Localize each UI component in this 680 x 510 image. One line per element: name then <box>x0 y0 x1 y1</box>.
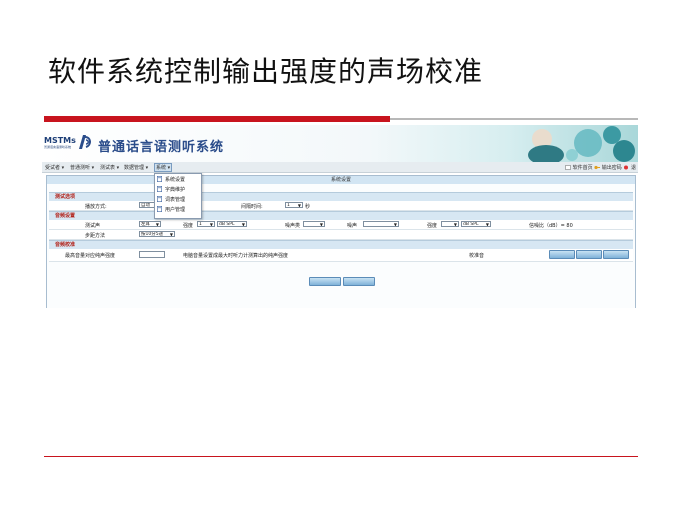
interval-label: 间隔时间: <box>241 204 263 210</box>
section-audio-calibration: 音频校准 <box>49 240 633 249</box>
calibration-tone-label: 校准音 <box>469 253 485 259</box>
step-method-select[interactable]: 按10分5递 <box>139 231 175 237</box>
intensity-unit-select[interactable]: dB SPL <box>217 221 247 227</box>
noise-intensity-select[interactable] <box>441 221 459 227</box>
menu-word-lists[interactable]: 测试表 ▾ <box>100 164 119 171</box>
test-sound-select[interactable]: 左耳 <box>139 221 161 227</box>
menu-bar: 受试者 ▾ 普通测听 ▾ 测试表 ▾ 数据管理 ▾ 系统 ▾ 软件首页 输出密码… <box>42 162 638 173</box>
exit-link[interactable]: 退 <box>631 165 636 171</box>
intensity-label: 强度 <box>183 223 194 229</box>
key-icon <box>594 165 601 170</box>
noise-intensity-label: 强度 <box>427 223 438 229</box>
logo-text: MSTMs <box>44 136 76 145</box>
app-title: 普通话言语测听系统 <box>98 140 225 155</box>
document-icon <box>157 196 162 202</box>
home-icon <box>565 165 571 170</box>
test-sound-label: 测试声 <box>85 223 101 229</box>
ear-logo-icon <box>79 135 91 149</box>
calibration-button-1[interactable] <box>549 250 575 259</box>
row-step-method: 步距方法 按10分5递 <box>49 230 633 240</box>
interval-select[interactable]: 1 <box>285 202 303 208</box>
document-icon <box>157 176 162 182</box>
noise-label: 噪声 <box>347 223 358 229</box>
home-link[interactable]: 软件首页 <box>573 165 593 171</box>
dropdown-item-word-lists[interactable]: 词表管理 <box>157 195 199 204</box>
section-test-options: 测试选项 <box>49 192 633 201</box>
system-dropdown-menu: 系统设置 字典维护 词表管理 用户管理 <box>154 173 202 219</box>
exit-icon <box>624 165 629 170</box>
max-level-input[interactable] <box>139 251 165 258</box>
dropdown-item-users[interactable]: 用户管理 <box>157 205 199 214</box>
bottom-rule <box>44 456 638 457</box>
dropdown-item-system-settings[interactable]: 系统设置 <box>157 175 199 184</box>
calibration-button-3[interactable] <box>603 250 629 259</box>
row-audio-settings: 测试声 左耳 强度 1 dB SPL 噪声类 噪声 强度 dB SPL 信噪比（… <box>49 220 633 230</box>
section-audio-settings: 音频设置 <box>49 211 633 220</box>
masking-type-label: 噪声类 <box>285 223 301 229</box>
noise-unit-select[interactable]: dB SPL <box>461 221 491 227</box>
step-method-label: 步距方法 <box>85 233 106 239</box>
app-banner: MSTMs 普通话言语测听系统 普通话言语测听系统 <box>42 125 638 162</box>
calibration-button-2[interactable] <box>576 250 602 259</box>
snr-label: 信噪比（dB）= 80 <box>529 223 573 229</box>
panel-header: 系统设置 <box>47 176 635 184</box>
noise-select[interactable] <box>363 221 399 227</box>
menu-system[interactable]: 系统 ▾ <box>154 163 173 172</box>
document-icon <box>157 186 162 192</box>
app-screenshot: MSTMs 普通话言语测听系统 普通话言语测听系统 受试者 ▾ 普通测听 ▾ 测… <box>42 125 638 308</box>
row-calibration: 最高音量对应纯声强度 电脑音量设置成最大时听力计测算出的纯声强度 校准音 <box>49 249 633 262</box>
row-play-mode: 播放方式: 自动 间隔时间: 1 秒 <box>49 201 633 211</box>
settings-panel: 系统设置 测试选项 播放方式: 自动 间隔时间: 1 秒 音频设置 测试声 左耳… <box>46 175 636 308</box>
top-links: 软件首页 输出密码 退 <box>565 164 636 171</box>
menu-normal-test[interactable]: 普通测听 ▾ <box>70 164 94 171</box>
interval-unit: 秒 <box>305 204 311 210</box>
password-link[interactable]: 输出密码 <box>602 165 622 171</box>
dropdown-item-dictionary[interactable]: 字典维护 <box>157 185 199 194</box>
intensity-select[interactable]: 1 <box>197 221 215 227</box>
masking-type-select[interactable] <box>303 221 325 227</box>
title-underline <box>44 116 638 122</box>
logo-subtitle: 普通话言语测听系统 <box>44 145 72 149</box>
max-level-label: 最高音量对应纯声强度 <box>65 253 116 259</box>
banner-illustration-icon <box>528 126 635 162</box>
play-mode-label: 播放方式: <box>85 204 107 210</box>
confirm-button[interactable] <box>309 277 341 286</box>
calibration-note: 电脑音量设置成最大时听力计测算出的纯声强度 <box>183 253 289 259</box>
menu-subjects[interactable]: 受试者 ▾ <box>45 164 64 171</box>
document-icon <box>157 206 162 212</box>
menu-data-management[interactable]: 数据管理 ▾ <box>124 164 148 171</box>
slide-title: 软件系统控制输出强度的声场校准 <box>48 55 484 88</box>
cancel-button[interactable] <box>343 277 375 286</box>
